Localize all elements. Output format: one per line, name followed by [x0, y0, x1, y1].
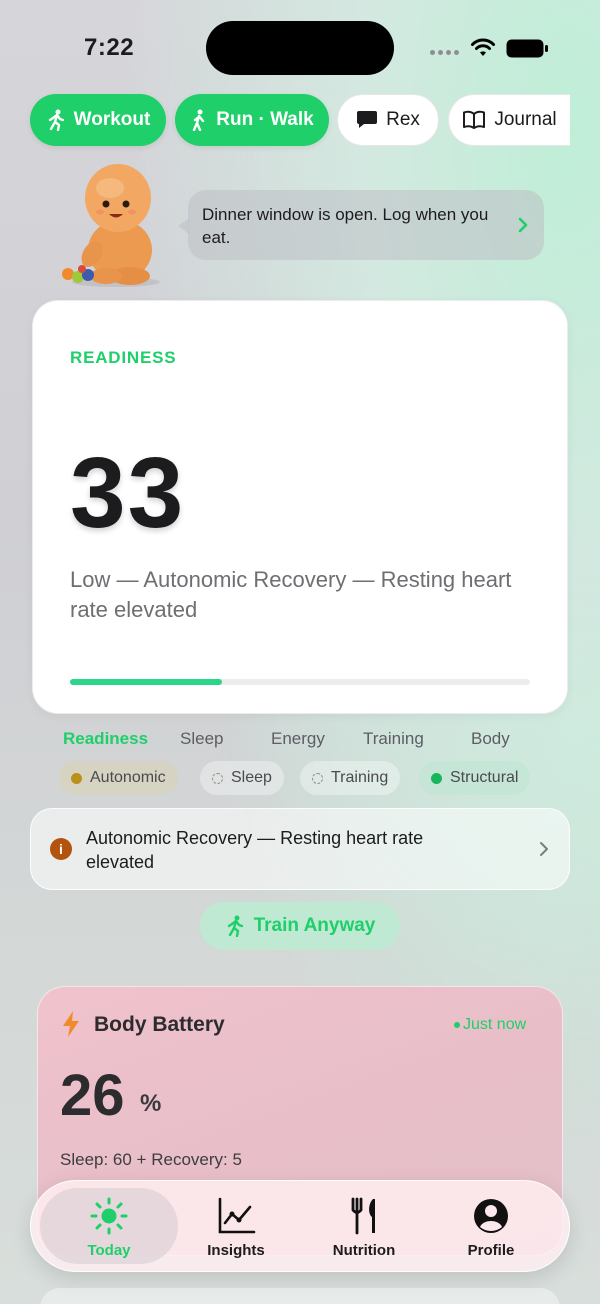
sun-icon [90, 1197, 128, 1235]
filter-sleep[interactable]: Sleep [200, 761, 284, 795]
chat-bubble-icon [357, 111, 378, 128]
dynamic-island [206, 21, 394, 75]
tab-energy[interactable]: Energy [271, 729, 325, 749]
tab-nutrition[interactable]: Nutrition [309, 1196, 419, 1259]
chevron-right-icon [540, 842, 548, 856]
recovery-alert-text: Autonomic Recovery — Resting heart rate … [86, 828, 424, 872]
filter-autonomic-label: Autonomic [90, 769, 166, 786]
readiness-description: Low — Autonomic Recovery — Resting heart… [70, 567, 512, 622]
training-status-dot [312, 772, 323, 784]
cellular-signal-icon [430, 50, 459, 55]
mascot-character[interactable] [56, 158, 176, 288]
running-figure-icon [48, 109, 64, 131]
tab-today-label: Today [87, 1242, 131, 1259]
body-battery-updated-text: Just now [463, 1016, 527, 1033]
wifi-icon [471, 38, 495, 56]
journal-chip[interactable]: Journal [448, 94, 570, 146]
structural-status-dot [431, 772, 442, 784]
readiness-label: READINESS [70, 348, 177, 367]
filter-training[interactable]: Training [300, 761, 401, 795]
body-battery-value: 26 [60, 1063, 125, 1128]
running-figure-icon [227, 915, 243, 937]
book-icon [463, 110, 486, 129]
fork-knife-icon [351, 1197, 375, 1235]
filter-autonomic[interactable]: Autonomic [59, 761, 178, 795]
tab-nutrition-label: Nutrition [332, 1242, 396, 1259]
filter-structural[interactable]: Structural [419, 761, 531, 795]
status-time: 7:22 [84, 34, 135, 61]
lightning-bolt-icon [63, 1011, 79, 1037]
info-icon: i [50, 838, 72, 860]
next-card-peek [40, 1288, 560, 1304]
workout-chip[interactable]: Workout [30, 94, 166, 146]
tab-readiness[interactable]: Readiness [63, 729, 148, 749]
train-anyway-button[interactable]: Train Anyway [200, 902, 400, 950]
body-battery-unit: % [140, 1090, 162, 1117]
chart-line-icon [218, 1197, 256, 1234]
coach-message-bubble[interactable]: Dinner window is open. Log when you eat. [188, 190, 544, 260]
tab-body[interactable]: Body [471, 729, 510, 749]
tab-insights-label: Insights [207, 1242, 265, 1259]
walking-figure-icon [193, 109, 205, 131]
filter-structural-label: Structural [450, 769, 519, 786]
tab-profile-label: Profile [467, 1242, 515, 1259]
workout-chip-label: Workout [73, 109, 151, 130]
body-battery-updated: Just now [454, 1016, 526, 1034]
journal-chip-label: Journal [494, 109, 557, 130]
train-anyway-label: Train Anyway [253, 915, 376, 936]
readiness-score: 33 [70, 437, 186, 549]
rex-chip-label: Rex [386, 109, 420, 130]
tab-sleep[interactable]: Sleep [180, 729, 223, 749]
tab-insights[interactable]: Insights [181, 1196, 291, 1259]
battery-icon [506, 39, 548, 58]
sleep-status-dot [212, 772, 223, 784]
run-walk-chip[interactable]: Run · Walk [175, 94, 329, 146]
coach-message-text: Dinner window is open. Log when you eat. [202, 205, 489, 247]
rex-chip[interactable]: Rex [337, 94, 439, 146]
autonomic-status-dot [71, 772, 82, 784]
run-walk-chip-label: Run · Walk [216, 109, 314, 130]
filter-training-label: Training [331, 769, 389, 786]
tab-training[interactable]: Training [363, 729, 424, 749]
readiness-progress-fill [70, 679, 222, 685]
body-battery-breakdown: Sleep: 60 + Recovery: 5 [60, 1150, 242, 1169]
filter-sleep-label: Sleep [231, 769, 272, 786]
body-battery-title: Body Battery [94, 1013, 225, 1036]
person-circle-icon [474, 1199, 508, 1233]
tab-profile[interactable]: Profile [436, 1196, 546, 1259]
chevron-right-icon [518, 217, 528, 233]
tab-today[interactable]: Today [54, 1196, 164, 1259]
live-dot [454, 1022, 460, 1028]
